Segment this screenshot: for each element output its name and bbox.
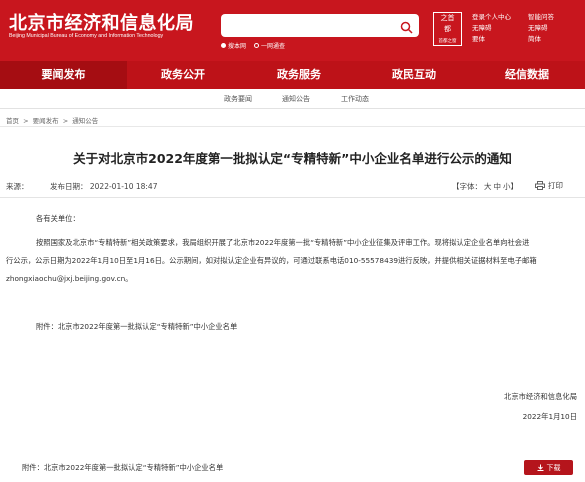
attachment-link[interactable]: 北京市2022年度第一批拟认定“专精特新”中小企业名单	[58, 322, 237, 331]
font-size-label: 【字体：	[452, 182, 482, 191]
subnav-news[interactable]: 政务要闻	[224, 94, 252, 104]
divider	[0, 197, 585, 198]
sub-nav: 政务要闻 通知公告 工作动态	[0, 89, 585, 109]
search-input[interactable]	[227, 17, 387, 34]
article-attachment: 附件：北京市2022年度第一批拟认定“专精特新”中小企业名单	[36, 322, 237, 332]
article-source: 来源：	[6, 182, 29, 191]
search-box	[221, 14, 419, 37]
article-title: 关于对北京市2022年度第一批拟认定“专精特新”中小企业名单进行公示的通知	[73, 151, 512, 166]
accessibility-link[interactable]: 无障碍	[472, 23, 511, 34]
subnav-notices[interactable]: 通知公告	[282, 94, 310, 104]
breadcrumb-sep: >	[62, 117, 69, 125]
download-label: 下载	[546, 463, 561, 472]
main-nav: 要闻发布 政务公开 政务服务 政民互动 经信数据	[0, 61, 585, 89]
search-icon[interactable]	[400, 19, 413, 34]
breadcrumb-sep: >	[23, 117, 29, 125]
printer-icon	[535, 181, 545, 190]
breadcrumb: 首页 > 要闻发布 > 通知公告	[6, 115, 100, 125]
radio-all-gov[interactable]: 一网通查	[254, 41, 285, 50]
article-date: 发布日期： 2022-01-10 18:47	[50, 182, 158, 191]
article-para-line-3: zhongxiaochu@jxj.beijing.gov.cn。	[6, 274, 133, 283]
nav-data[interactable]: 经信数据	[469, 61, 585, 89]
badge-title-2: 都	[444, 25, 451, 33]
radio-unchecked-icon	[254, 43, 260, 48]
site-logo-title[interactable]: 北京市经济和信息化局	[9, 9, 194, 35]
font-size-switcher: 【字体：大中小】	[452, 181, 518, 192]
article-para-line-1: 按照国家及北京市“专精特新”相关政策要求，我局组织开展了北京市2022年度第一批…	[36, 238, 530, 247]
access-links-left: 登录个人中心 无障碍 要体	[472, 12, 511, 45]
radio-all-gov-label: 一网通查	[261, 43, 286, 50]
elder-mode-link[interactable]: 要体	[472, 34, 511, 45]
article-para-line-2: 行公示，公示日期为2022年1月10日至1月16日。公示期间，如对拟认定企业有异…	[6, 256, 537, 265]
attachment-bar: 附件：北京市2022年度第一批拟认定“专精特新”中小企业名单 下载	[0, 454, 585, 482]
nav-gov-affairs[interactable]: 政务公开	[127, 61, 239, 89]
access-links-right: 智能问答 无障碍 简体	[528, 12, 554, 45]
badge-subtitle: 首都之窗	[438, 39, 457, 44]
breadcrumb-level1[interactable]: 要闻发布	[33, 117, 59, 125]
attachment-file-name[interactable]: 附件：北京市2022年度第一批拟认定“专精特新”中小企业名单	[22, 463, 223, 473]
print-label: 打印	[548, 181, 563, 190]
site-header: 北京市经济和信息化局 Beijing Municipal Bureau of E…	[0, 0, 585, 61]
smart-qa-link[interactable]: 智能问答	[528, 12, 554, 23]
font-size-small[interactable]: 小	[503, 182, 511, 191]
article-greeting: 各有关单位：	[36, 214, 80, 223]
article-meta: 来源： 发布日期： 2022-01-10 18:47 【字体：大中小】 打印	[0, 178, 585, 196]
nav-gov-service[interactable]: 政务服务	[239, 61, 359, 89]
font-size-end: 】	[510, 182, 519, 191]
breadcrumb-home[interactable]: 首页	[6, 117, 19, 125]
simplified-link[interactable]: 简体	[528, 34, 554, 45]
breadcrumb-level2[interactable]: 通知公告	[72, 117, 98, 125]
print-button[interactable]: 打印	[535, 180, 563, 191]
radio-this-site-label: 搜本网	[228, 43, 247, 50]
search-scope: 搜本网 一网通查	[221, 41, 285, 50]
radio-this-site[interactable]: 搜本网	[221, 41, 246, 50]
download-icon	[537, 464, 543, 471]
subnav-work[interactable]: 工作动态	[341, 94, 369, 104]
barrier-free-link[interactable]: 无障碍	[528, 23, 554, 34]
badge-title-1: 之首	[440, 14, 455, 22]
download-button[interactable]: 下载	[524, 460, 573, 475]
signature-org: 北京市经济和信息化局	[504, 392, 577, 401]
login-link[interactable]: 登录个人中心	[472, 12, 511, 23]
attachment-label: 附件：	[36, 322, 58, 331]
site-logo-subtitle: Beijing Municipal Bureau of Economy and …	[9, 33, 164, 39]
capital-window-badge[interactable]: 之首 都 首都之窗	[433, 12, 462, 46]
signature-date: 2022年1月10日	[522, 412, 577, 421]
font-size-large[interactable]: 大	[484, 182, 492, 191]
divider	[0, 126, 585, 127]
radio-checked-icon	[221, 43, 226, 48]
nav-interaction[interactable]: 政民互动	[359, 61, 469, 89]
font-size-medium[interactable]: 中	[494, 182, 502, 191]
nav-news-release[interactable]: 要闻发布	[0, 61, 127, 89]
